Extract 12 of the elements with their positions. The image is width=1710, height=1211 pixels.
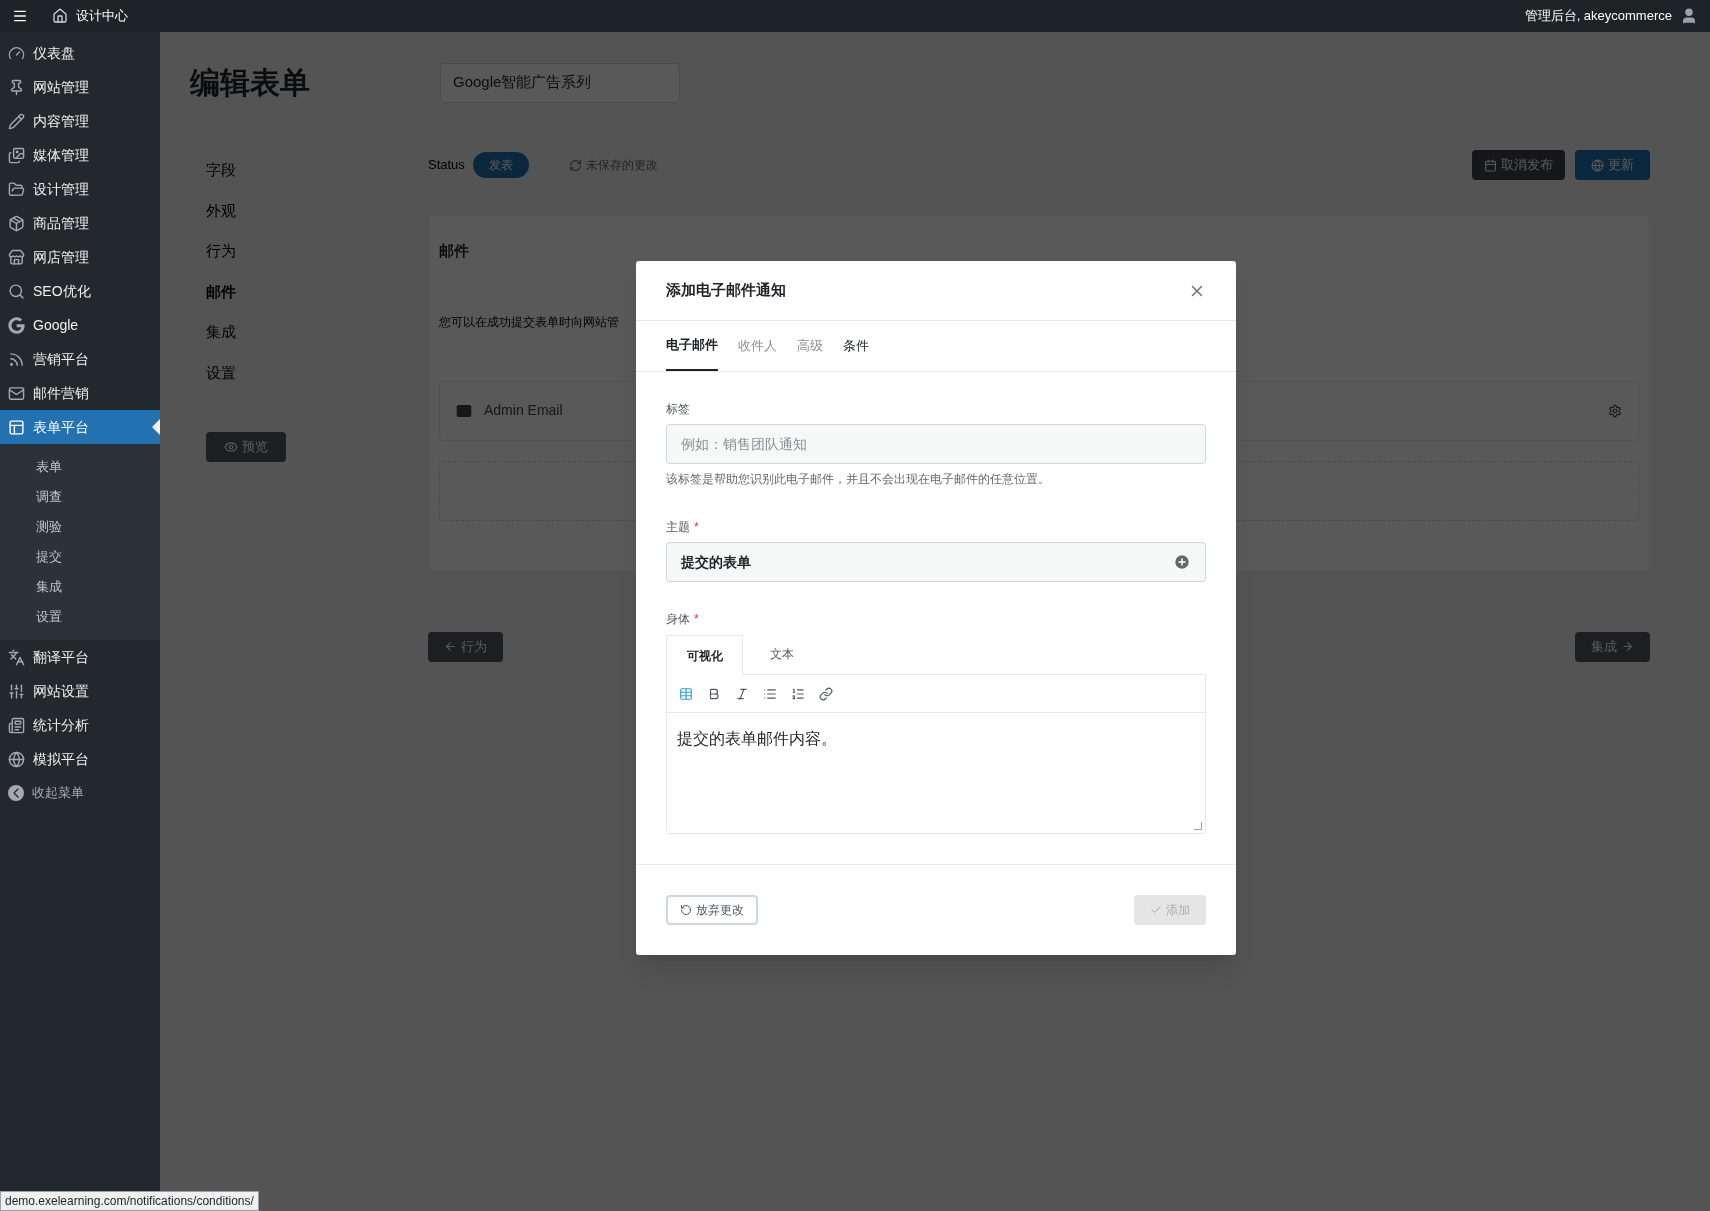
field-help-text: 该标签是帮助您识别此电子邮件，并且不会出现在电子邮件的任意位置。 [666, 471, 1051, 488]
field-label: 标签 [666, 401, 691, 418]
section-description: 您可以在成功提交表单时向网站管 [439, 313, 620, 331]
field-label: 主题 * [666, 519, 700, 536]
required-asterisk: * [694, 520, 699, 534]
page-title: 编辑表单 [190, 65, 311, 101]
status-url: demo.exelearning.com/notifications/conditions/ [0, 1191, 259, 1211]
field-label: 身体 * [666, 611, 700, 628]
dialog-title: 添加电子邮件通知 [666, 280, 786, 301]
required-asterisk: * [694, 612, 699, 626]
status-label: Status [428, 156, 465, 175]
section-title: 邮件 [439, 241, 470, 261]
